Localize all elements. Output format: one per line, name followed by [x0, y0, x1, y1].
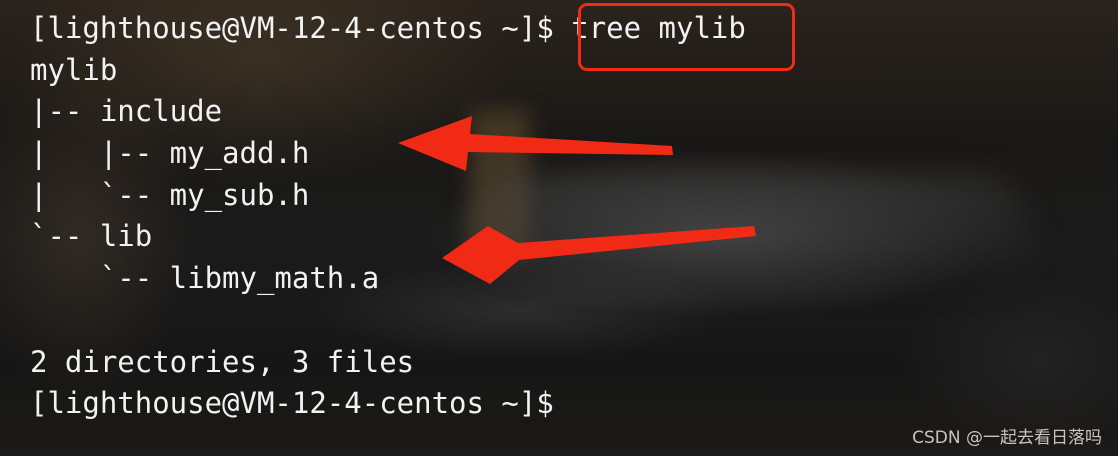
terminal-screenshot: [lighthouse@VM-12-4-centos ~]$ tree myli…	[0, 0, 1118, 456]
annotation-arrows	[398, 116, 756, 284]
watermark: CSDN @一起去看日落吗	[912, 428, 1102, 448]
red-arrow-icon	[398, 116, 673, 171]
red-arrow-icon	[442, 226, 756, 284]
